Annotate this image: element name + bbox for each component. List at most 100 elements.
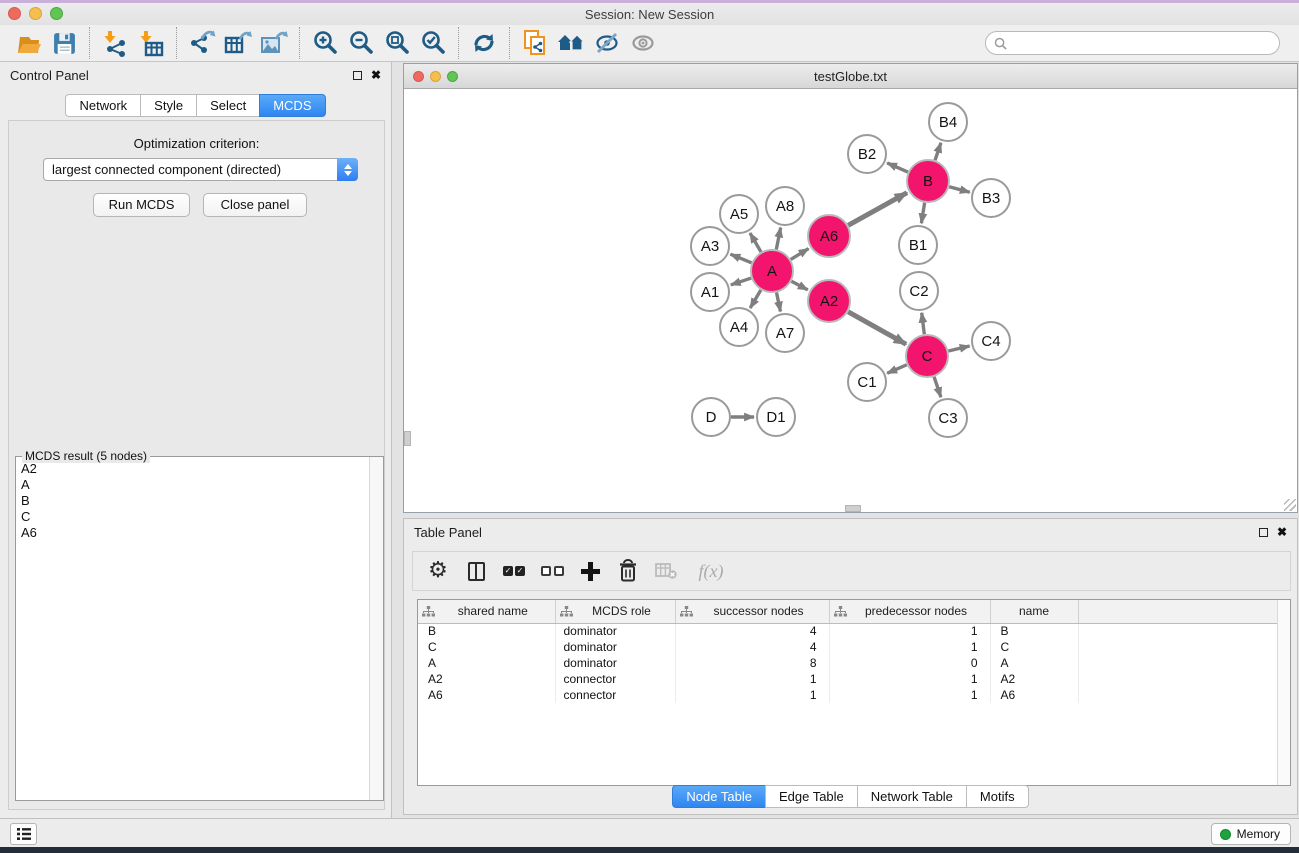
hide-details-button[interactable] (590, 27, 624, 59)
graph-edge-A-A1[interactable] (731, 278, 751, 285)
column-header-shared-name[interactable]: shared name (418, 600, 555, 623)
graph-edge-B-B3[interactable] (949, 187, 970, 193)
zoom-selected-button[interactable] (416, 27, 450, 59)
graph-edge-B-B4[interactable] (935, 143, 941, 160)
column-header-MCDS-role[interactable]: MCDS role (555, 600, 675, 623)
column-header-name[interactable]: name (990, 600, 1078, 623)
search-input[interactable] (1012, 36, 1271, 50)
graph-edge-C-C3[interactable] (934, 377, 941, 397)
network-vertical-scrollbar[interactable] (404, 431, 411, 446)
graph-edge-A-A3[interactable] (730, 254, 751, 263)
delete-table-button[interactable] (651, 556, 681, 586)
import-network-button[interactable] (98, 27, 132, 59)
fit-content-button[interactable] (554, 27, 588, 59)
graph-edge-A-A5[interactable] (750, 233, 761, 252)
zoom-fit-button[interactable] (380, 27, 414, 59)
title-bar: Session: New Session (0, 3, 1299, 25)
search-field[interactable] (985, 31, 1280, 55)
open-session-button[interactable] (11, 27, 45, 59)
task-history-button[interactable] (10, 823, 37, 845)
tab-edge-table[interactable]: Edge Table (765, 785, 858, 808)
tab-select[interactable]: Select (196, 94, 260, 117)
tab-node-table[interactable]: Node Table (672, 785, 766, 808)
tab-network[interactable]: Network (65, 94, 141, 117)
network-view-window: testGlobe.txt B4B2BB3B1A5A8A6A3AA1A2A4A7… (403, 63, 1298, 513)
zoom-fit-icon (384, 30, 410, 56)
graph-edge-A-A6[interactable] (791, 249, 809, 260)
trash-icon (617, 559, 639, 583)
create-column-button[interactable] (575, 556, 605, 586)
apply-layout-button[interactable] (467, 27, 501, 59)
column-header-successor-nodes[interactable]: successor nodes (675, 600, 829, 623)
tab-motifs[interactable]: Motifs (966, 785, 1029, 808)
graph-node-label: C1 (857, 374, 876, 391)
export-table-button[interactable] (221, 27, 255, 59)
graph-node-label: B1 (909, 237, 927, 254)
graph-edge-C-C4[interactable] (948, 346, 969, 351)
import-table-button[interactable] (134, 27, 168, 59)
zoom-in-button[interactable] (308, 27, 342, 59)
float-panel-icon[interactable] (1259, 528, 1268, 537)
control-panel-title: Control Panel (10, 68, 89, 83)
window-resize-grip[interactable] (1284, 499, 1296, 511)
memory-label: Memory (1237, 827, 1280, 841)
close-panel-icon[interactable]: ✖ (371, 69, 381, 81)
tab-mcds[interactable]: MCDS (259, 94, 325, 117)
graph-edge-A6-B[interactable] (848, 193, 907, 226)
graph-edge-C-C2[interactable] (922, 313, 925, 334)
graph-edge-A-A8[interactable] (776, 228, 780, 250)
table-row[interactable]: A2connector11A2 (418, 671, 1290, 687)
homes-icon (556, 31, 586, 55)
table-row[interactable]: Cdominator41C (418, 639, 1290, 655)
result-list-item[interactable]: C (17, 509, 368, 525)
zoom-out-button[interactable] (344, 27, 378, 59)
graph-node-label: B4 (939, 114, 957, 131)
table-row[interactable]: Bdominator41B (418, 623, 1290, 639)
control-panel-tabs: NetworkStyleSelectMCDS (0, 94, 391, 117)
graph-edge-B-B1[interactable] (921, 203, 924, 224)
float-panel-icon[interactable] (353, 71, 362, 80)
run-mcds-button[interactable]: Run MCDS (93, 193, 190, 217)
hierarchy-icon (834, 606, 847, 617)
table-panel-title: Table Panel (414, 525, 482, 540)
delete-columns-button[interactable] (613, 556, 643, 586)
deselect-all-button[interactable] (537, 556, 567, 586)
tab-network-table[interactable]: Network Table (857, 785, 967, 808)
show-columns-button[interactable] (461, 556, 491, 586)
export-network-button[interactable] (185, 27, 219, 59)
memory-button[interactable]: Memory (1211, 823, 1291, 845)
result-list-item[interactable]: A6 (17, 525, 368, 541)
table-row[interactable]: Adominator80A (418, 655, 1290, 671)
result-list-item[interactable]: B (17, 493, 368, 509)
network-horizontal-scrollbar[interactable] (845, 505, 861, 512)
graph-edge-A-A4[interactable] (750, 290, 761, 308)
graph-edge-A-A7[interactable] (777, 293, 781, 312)
hierarchy-icon (560, 606, 573, 617)
result-list-item[interactable]: A (17, 477, 368, 493)
export-image-button[interactable] (257, 27, 291, 59)
table-scrollbar[interactable] (1277, 600, 1290, 785)
network-canvas[interactable]: B4B2BB3B1A5A8A6A3AA1A2A4A7C2C4CC1C3DD1 (404, 89, 1297, 512)
result-list-item[interactable]: A2 (17, 461, 368, 477)
mcds-result-list: A2ABCA6 (17, 461, 368, 799)
column-header-predecessor-nodes[interactable]: predecessor nodes (829, 600, 990, 623)
tab-style[interactable]: Style (140, 94, 197, 117)
clone-network-icon (522, 29, 548, 57)
graph-edge-B-B2[interactable] (887, 163, 908, 172)
table-settings-button[interactable]: ⚙ (423, 556, 453, 586)
zoom-in-icon (312, 30, 338, 56)
graph-edge-A2-C[interactable] (848, 312, 906, 344)
result-scrollbar[interactable] (369, 457, 383, 800)
graph-edge-C-C1[interactable] (887, 365, 907, 374)
clone-network-button[interactable] (518, 27, 552, 59)
save-session-button[interactable] (47, 27, 81, 59)
toolbar-separator (89, 27, 90, 59)
criterion-select[interactable]: largest connected component (directed) (43, 158, 358, 181)
close-panel-icon[interactable]: ✖ (1277, 526, 1287, 538)
close-panel-button[interactable]: Close panel (203, 193, 307, 217)
select-all-button[interactable]: ✓ ✓ (499, 556, 529, 586)
table-row[interactable]: A6connector11A6 (418, 687, 1290, 703)
function-builder-button[interactable]: f(x) (689, 556, 733, 586)
show-details-button[interactable] (626, 27, 660, 59)
graph-edge-A-A2[interactable] (791, 281, 807, 290)
